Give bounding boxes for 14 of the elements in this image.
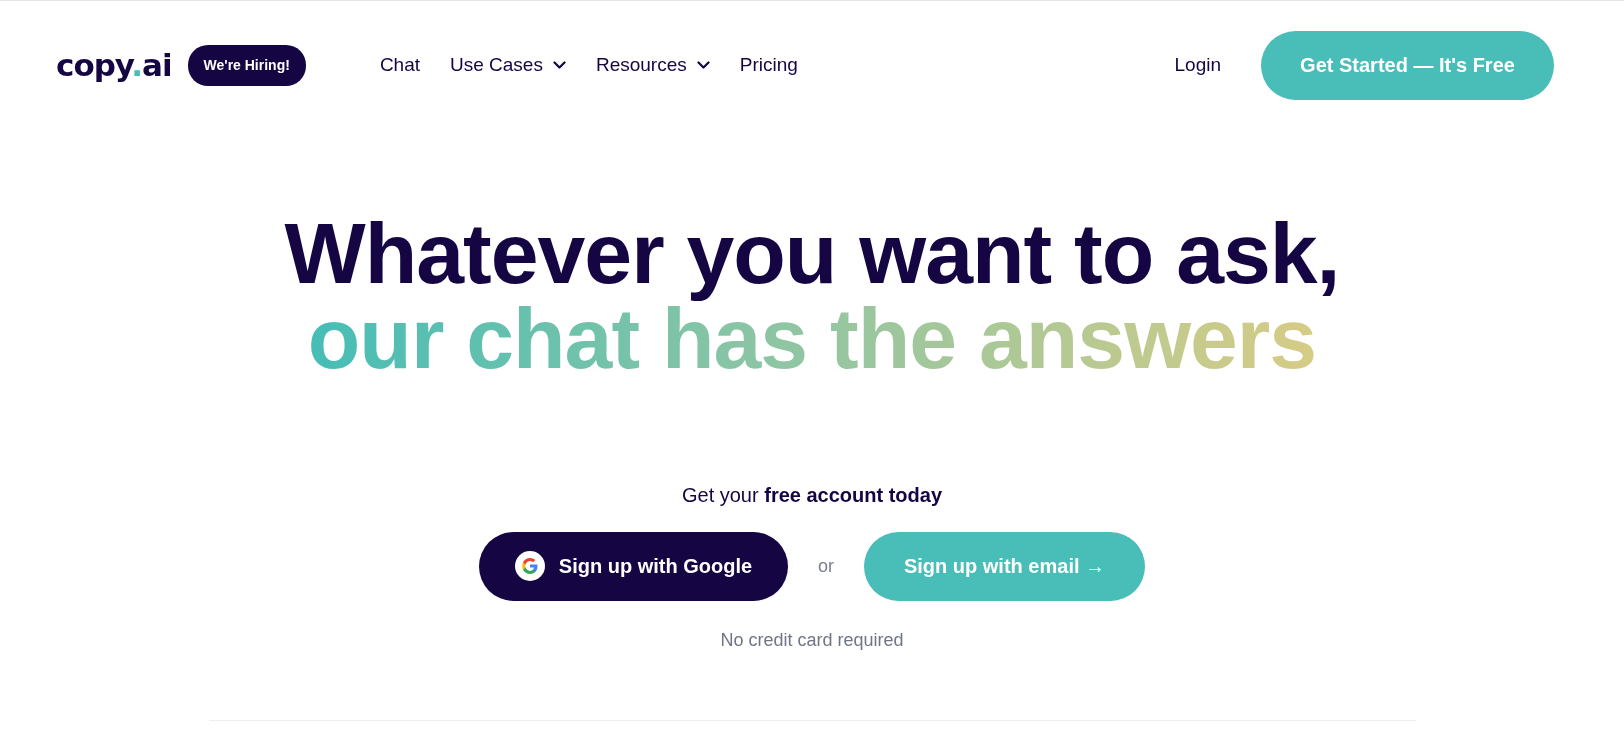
google-signup-button[interactable]: Sign up with Google [479, 531, 788, 601]
signup-prompt: Get your free account today [681, 482, 943, 508]
nav-link[interactable]: Resources [595, 50, 710, 80]
no-credit-card-note: No credit card required [720, 628, 904, 652]
google-icon [514, 551, 545, 582]
nav-link[interactable]: Use Cases [450, 50, 566, 80]
login-link[interactable]: Login [1174, 50, 1221, 80]
logo[interactable]: copy.ai [56, 41, 172, 89]
nav-link[interactable]: Chat [379, 50, 420, 80]
hiring-badge[interactable]: We're Hiring! [187, 44, 306, 86]
chevron-down-icon [552, 61, 566, 69]
nav-link[interactable]: Pricing [739, 50, 798, 80]
or-separator: or [818, 554, 834, 578]
chevron-down-icon [696, 61, 710, 69]
